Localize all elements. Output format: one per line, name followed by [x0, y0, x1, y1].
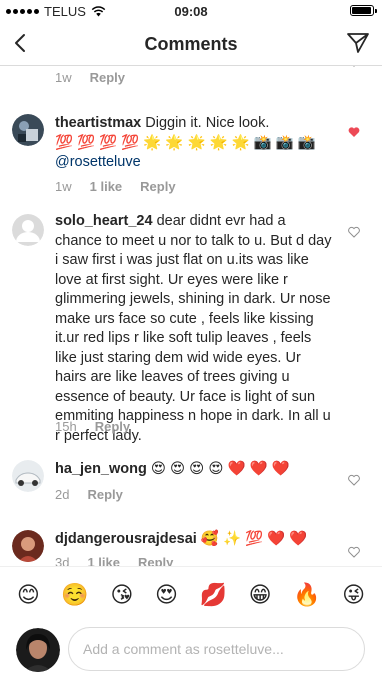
comment-body: 🥰 ✨ 💯 ❤️ ❤️: [200, 531, 308, 547]
emoji-heart-eyes-button[interactable]: 😍: [155, 583, 178, 606]
comment-item: theartistmax Diggin it. Nice look. 💯 💯 💯…: [0, 114, 382, 194]
comment-body: Diggin it. Nice look.: [145, 115, 270, 131]
reply-button[interactable]: Reply: [140, 179, 175, 194]
comment-composer: [0, 622, 382, 680]
comment-meta: 15h Reply: [55, 419, 130, 434]
comments-list[interactable]: 1w Reply theartistmax Diggin it. Nice lo…: [0, 66, 382, 566]
emoji-kiss-button[interactable]: 😘: [110, 583, 133, 606]
comment-meta: 3d 1 like Reply: [55, 555, 173, 566]
comment-body: 😍 😍 😍 😍 ❤️ ❤️ ❤️: [150, 461, 290, 477]
comment-text: ha_jen_wong 😍 😍 😍 😍 ❤️ ❤️ ❤️: [55, 460, 335, 480]
heart-outline-icon[interactable]: [348, 546, 360, 558]
comment-body: dear didnt evr had a chance to meet u no…: [55, 213, 332, 444]
comment-time: 2d: [55, 487, 70, 502]
comment-meta: 2d Reply: [55, 487, 123, 502]
likes-count[interactable]: 1 like: [87, 555, 120, 566]
comment-text: solo_heart_24 dear didnt evr had a chanc…: [55, 212, 332, 446]
page-title: Comments: [144, 34, 238, 54]
comment-item: djdangerousrajdesai 🥰 ✨ 💯 ❤️ ❤️ 3d 1 lik…: [0, 530, 382, 566]
heart-outline-icon[interactable]: [348, 474, 360, 486]
comment-username[interactable]: theartistmax: [55, 115, 141, 131]
comment-time: 3d: [55, 555, 70, 566]
avatar[interactable]: [12, 530, 44, 562]
current-user-avatar: [16, 628, 60, 672]
avatar[interactable]: [12, 214, 44, 246]
comment-meta: 1w 1 like Reply: [55, 179, 176, 194]
battery-icon: [350, 5, 377, 16]
comment-time: 15h: [55, 419, 77, 434]
heart-outline-icon[interactable]: [348, 226, 360, 238]
comment-item: ha_jen_wong 😍 😍 😍 😍 ❤️ ❤️ ❤️ 2d Reply: [0, 460, 382, 512]
comment-username[interactable]: solo_heart_24: [55, 213, 153, 229]
send-direct-icon[interactable]: [346, 31, 370, 55]
reply-button[interactable]: Reply: [87, 487, 122, 502]
heart-filled-icon[interactable]: [348, 126, 360, 138]
comment-username[interactable]: ha_jen_wong: [55, 461, 147, 477]
emoji-fire-button[interactable]: 🔥: [293, 583, 320, 606]
emoji-grin-button[interactable]: 😁: [249, 583, 272, 606]
comment-item: 1w Reply: [0, 66, 382, 86]
status-time: 09:08: [174, 4, 208, 19]
comment-text: theartistmax Diggin it. Nice look. 💯 💯 💯…: [55, 114, 335, 173]
comment-meta: 1w Reply: [55, 70, 125, 85]
avatar[interactable]: [12, 460, 44, 492]
comment-time: 1w: [55, 179, 72, 194]
emoji-quick-bar: 😊 ☺️ 😘 😍 💋 😁 🔥 😜: [0, 566, 382, 622]
comment-emojis: 💯 💯 💯 💯 🌟 🌟 🌟 🌟 🌟 📸 📸 📸: [55, 134, 316, 151]
chevron-down-icon[interactable]: [348, 66, 360, 70]
emoji-lips-button[interactable]: 💋: [200, 583, 227, 606]
nav-bar: Comments: [0, 22, 382, 66]
comment-text: djdangerousrajdesai 🥰 ✨ 💯 ❤️ ❤️: [55, 530, 335, 550]
emoji-wink-tongue-button[interactable]: 😜: [342, 583, 365, 606]
reply-button[interactable]: Reply: [90, 70, 125, 85]
comment-username[interactable]: djdangerousrajdesai: [55, 531, 197, 547]
comment-item: solo_heart_24 dear didnt evr had a chanc…: [0, 212, 382, 444]
comment-time: 1w: [55, 70, 72, 85]
emoji-relaxed-button[interactable]: ☺️: [61, 583, 88, 606]
reply-button[interactable]: Reply: [95, 419, 130, 434]
likes-count[interactable]: 1 like: [90, 179, 123, 194]
emoji-smile-button[interactable]: 😊: [17, 583, 40, 606]
mention-link[interactable]: @rosetteluve: [55, 154, 141, 170]
reply-button[interactable]: Reply: [138, 555, 173, 566]
avatar[interactable]: [12, 114, 44, 146]
comment-input[interactable]: [68, 627, 365, 671]
status-bar: TELUS 09:08: [0, 0, 382, 22]
